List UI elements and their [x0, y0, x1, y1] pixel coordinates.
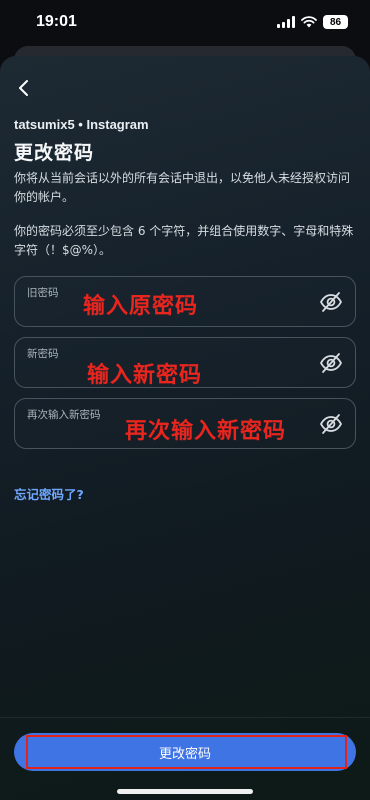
description-sessions: 你将从当前会话以外的所有会话中退出，以免他人未经授权访问你的帐户。: [14, 171, 351, 204]
eye-slash-icon: [319, 353, 343, 373]
account-line: tatsumix5 • Instagram: [14, 117, 149, 132]
new-password-label: 新密码: [27, 348, 59, 360]
toggle-visibility-button[interactable]: [319, 352, 343, 374]
cellular-signal-icon: [277, 16, 295, 28]
forgot-password-link[interactable]: 忘记密码了?: [14, 484, 84, 503]
new-password-input[interactable]: [27, 360, 317, 384]
new-password-field[interactable]: 新密码 输入新密码: [14, 337, 356, 388]
toggle-visibility-button[interactable]: [319, 413, 343, 435]
toggle-visibility-button[interactable]: [319, 291, 343, 313]
old-password-field[interactable]: 旧密码 输入原密码: [14, 276, 356, 327]
confirm-password-input[interactable]: [27, 421, 317, 445]
status-time: 19:01: [36, 13, 77, 30]
back-button[interactable]: [14, 78, 34, 98]
old-password-input[interactable]: [27, 299, 317, 323]
confirm-password-field[interactable]: 再次输入新密码 再次输入新密码: [14, 398, 356, 449]
eye-slash-icon: [319, 414, 343, 434]
status-icons: 86: [277, 15, 348, 29]
page-title: 更改密码: [14, 142, 95, 164]
confirm-password-label: 再次输入新密码: [27, 409, 101, 421]
battery-indicator: 86: [323, 15, 348, 29]
description-requirements: 你的密码必须至少包含 6 个字符，并组合使用数字、字母和特殊字符（！$@%）。: [14, 224, 354, 257]
status-bar: 19:01 86: [0, 0, 370, 44]
eye-slash-icon: [319, 292, 343, 312]
change-password-sheet: tatsumix5 • Instagram 更改密码 你将从当前会话以外的所有会…: [0, 56, 370, 800]
chevron-left-icon: [19, 80, 28, 96]
change-password-button[interactable]: 更改密码: [14, 733, 356, 771]
wifi-icon: [301, 16, 317, 28]
home-indicator: [117, 789, 253, 794]
old-password-label: 旧密码: [27, 287, 59, 299]
bottom-divider: [0, 717, 370, 718]
